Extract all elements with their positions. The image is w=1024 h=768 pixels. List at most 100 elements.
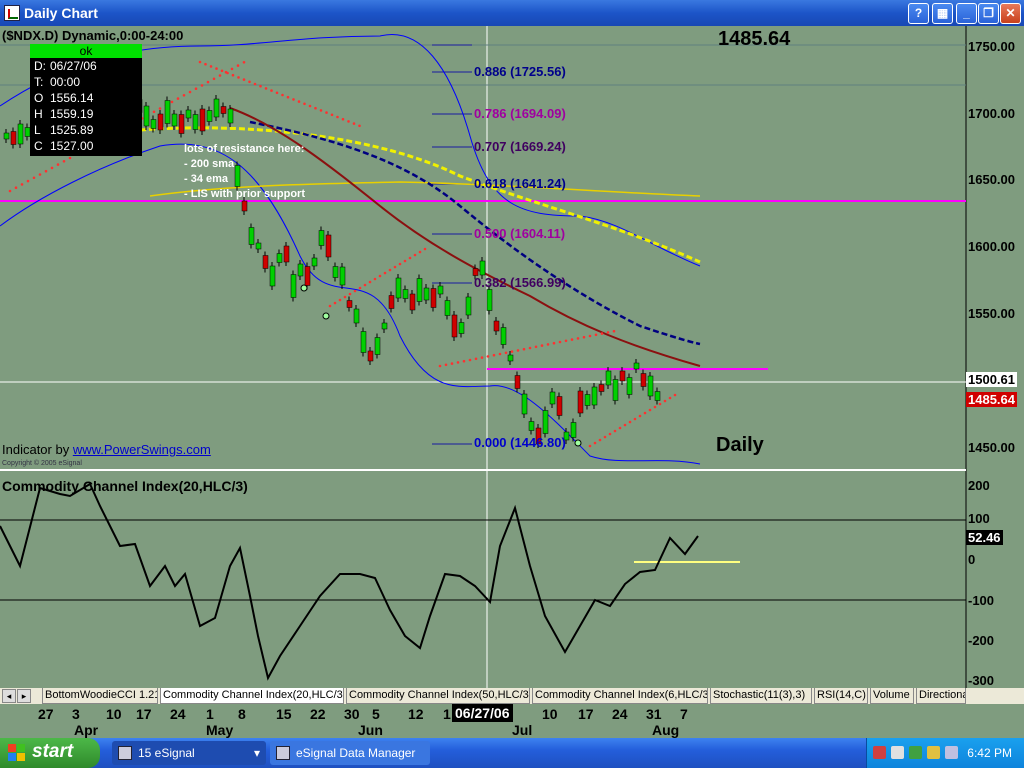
- tab-cci-6[interactable]: Commodity Channel Index(6,HLC/3): [532, 688, 708, 704]
- sar-dot: [540, 344, 544, 347]
- sar-dot: [26, 179, 30, 183]
- chart-app-icon: [4, 5, 20, 21]
- start-button[interactable]: start: [0, 738, 100, 768]
- date-tick: 24: [170, 706, 186, 722]
- candle-body: [395, 277, 402, 299]
- sar-dot: [242, 78, 246, 81]
- sar-dot: [314, 106, 317, 110]
- sar-dot: [480, 356, 484, 359]
- candle-body: [598, 384, 605, 392]
- date-tick: 3: [72, 706, 80, 722]
- candle-body: [654, 391, 661, 401]
- sar-dot: [510, 350, 514, 353]
- candle-body: [192, 114, 199, 130]
- candle-body: [465, 296, 472, 316]
- candle-body: [451, 314, 458, 338]
- date-tick: 27: [38, 706, 54, 722]
- fib-label-0886: 0.886 (1725.56): [474, 64, 566, 79]
- tab-stochastic[interactable]: Stochastic(11(3),3): [710, 688, 812, 704]
- task-esignal[interactable]: 15 eSignal ▾: [112, 741, 266, 765]
- sar-dot: [275, 91, 279, 95]
- tab-volume[interactable]: Volume: [870, 688, 914, 704]
- restore-button[interactable]: ❐: [978, 3, 999, 24]
- sar-dot: [341, 117, 345, 121]
- copyright-note: Copyright © 2005 eSignal: [2, 460, 82, 467]
- swing-marker: [322, 312, 330, 320]
- sar-dot: [418, 250, 422, 254]
- sar-dot: [286, 95, 290, 99]
- fib-label-0000: 0.000 (1446.80): [474, 435, 566, 450]
- cci-value-tag: 52.46: [966, 530, 1003, 545]
- sar-dot: [668, 396, 672, 400]
- candle-body: [304, 266, 311, 286]
- tab-directional[interactable]: Directiona: [916, 688, 966, 704]
- sar-dot: [643, 411, 647, 415]
- sar-dot: [209, 65, 213, 68]
- tray-icon-2[interactable]: [891, 746, 904, 759]
- close-button[interactable]: ✕: [1000, 3, 1021, 24]
- candle-body: [206, 110, 213, 122]
- sar-dot: [319, 109, 323, 112]
- sar-dot: [658, 402, 662, 406]
- candle-body: [633, 362, 640, 370]
- candle-body: [556, 396, 563, 416]
- candle-body: [318, 230, 325, 246]
- sar-dot: [564, 339, 568, 343]
- sar-dot: [182, 94, 186, 97]
- candle-body: [430, 288, 437, 308]
- sar-dot: [44, 169, 48, 173]
- sar-dot: [594, 333, 598, 337]
- candle-body: [479, 260, 486, 276]
- info-status: ok: [30, 44, 142, 58]
- sar-dot: [403, 259, 407, 263]
- tab-scroll-left-icon[interactable]: ◂: [2, 689, 16, 703]
- tab-scroll-right-icon[interactable]: ▸: [17, 689, 31, 703]
- sar-dot: [474, 357, 478, 361]
- sar-dot: [215, 67, 218, 70]
- tray-icon-5[interactable]: [945, 746, 958, 759]
- candle-body: [458, 322, 465, 334]
- candle-body: [255, 242, 262, 250]
- tab-cci-50[interactable]: Commodity Channel Index(50,HLC/3): [346, 688, 530, 704]
- sar-dot: [308, 104, 312, 108]
- tab-cci-20[interactable]: Commodity Channel Index(20,HLC/3): [160, 688, 344, 704]
- sar-dot: [653, 405, 657, 409]
- tab-rsi[interactable]: RSI(14,C): [814, 688, 868, 704]
- sar-dot: [353, 289, 357, 293]
- date-tick: 17: [136, 706, 152, 722]
- candle-body: [164, 100, 171, 124]
- grid-button[interactable]: ▦: [932, 3, 953, 24]
- help-button[interactable]: ?: [908, 3, 929, 24]
- tray-clock: 6:42 PM: [967, 746, 1012, 760]
- sar-dot: [623, 423, 627, 427]
- price-chart-canvas[interactable]: [0, 26, 1024, 688]
- candle-body: [360, 331, 367, 353]
- cci-tick: -300: [968, 673, 995, 688]
- date-tick: 24: [612, 706, 628, 722]
- task-data-manager[interactable]: eSignal Data Manager: [270, 741, 430, 765]
- candle-body: [157, 113, 164, 131]
- sar-dot: [438, 364, 442, 368]
- tray-icon-4[interactable]: [927, 746, 940, 759]
- chart-area[interactable]: ($NDX.D) Dynamic,0:00-24:00 1485.64 Dail…: [0, 26, 1024, 688]
- sar-dot: [200, 84, 204, 87]
- date-tick: 5: [372, 706, 380, 722]
- sar-dot: [456, 361, 460, 364]
- tray-icon-3[interactable]: [909, 746, 922, 759]
- month-tick: Jun: [358, 722, 383, 738]
- sar-dot: [204, 62, 207, 66]
- tab-bottomwoodiecci[interactable]: BottomWoodieCCI 1.21: [42, 688, 158, 704]
- sar-dot: [259, 84, 262, 88]
- sar-dot: [325, 111, 328, 114]
- sar-dot: [673, 393, 677, 397]
- window-titlebar[interactable]: Daily Chart ? ▦ _ ❐ ✕: [0, 0, 1024, 26]
- minimize-button[interactable]: _: [956, 3, 977, 24]
- sar-dot: [593, 441, 597, 445]
- sar-dot: [206, 80, 210, 84]
- candle-body: [325, 234, 332, 258]
- sar-dot: [516, 349, 520, 352]
- powerswings-link[interactable]: www.PowerSwings.com: [73, 442, 211, 457]
- sar-dot: [603, 435, 607, 439]
- candle-body: [640, 373, 647, 387]
- tray-icon-1[interactable]: [873, 746, 886, 759]
